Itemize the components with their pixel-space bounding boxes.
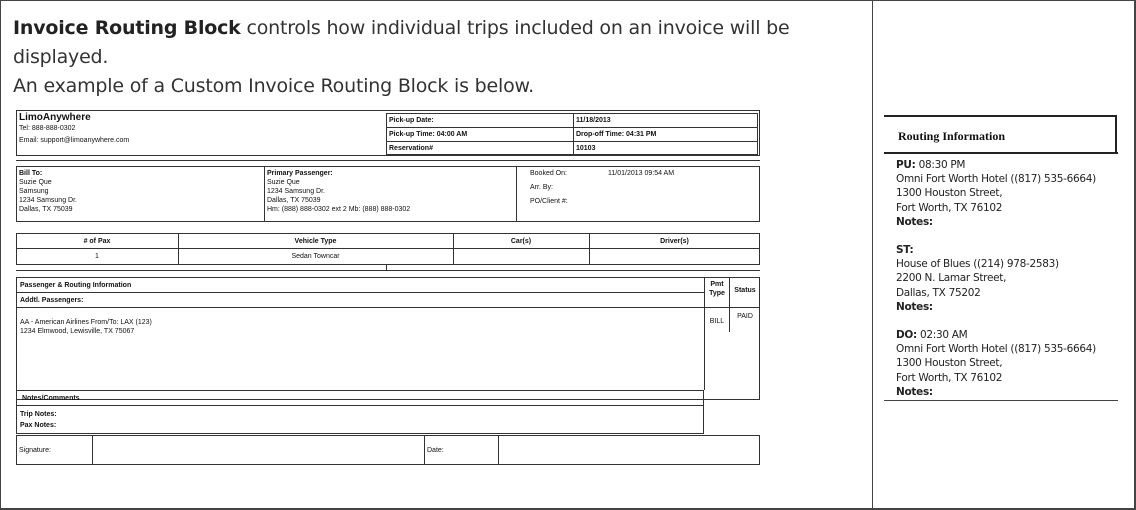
st-line-2: 2200 N. Lamar Street, — [896, 272, 1007, 285]
st-notes: Notes: — [896, 300, 933, 313]
pmt-divider-3 — [704, 332, 705, 390]
cars-header: Car(s) — [510, 238, 532, 245]
bill-to-line-4: Dallas, TX 75039 — [19, 206, 73, 213]
vehicle-type-header: Vehicle Type — [294, 238, 337, 245]
primary-passenger-label: Primary Passenger: — [267, 170, 333, 177]
pu-notes: Notes: — [896, 215, 933, 228]
route-line-2: 1234 Elmwood, Lewisville, TX 75067 — [20, 328, 135, 335]
vehicle-type-value: Sedan Towncar — [291, 253, 340, 260]
do-time: 02:30 AM — [916, 329, 968, 342]
do-line-1: Omni Fort Worth Hotel ((817) 535-6664) — [896, 343, 1096, 356]
routing-section — [16, 277, 760, 400]
bill-to-line-1: Suzie Que — [19, 179, 52, 186]
column-divider — [872, 0, 873, 510]
pu-line-2: 1300 Houston Street, — [896, 187, 1003, 200]
separator-1 — [16, 160, 760, 161]
pickup-header: PU: 08:30 PM — [896, 158, 1116, 172]
date-label: Date: — [427, 447, 444, 454]
status-label: Status — [734, 287, 756, 294]
addtl-passengers-label: Addtl. Passengers: — [20, 297, 84, 304]
pickup-row-line-1 — [386, 127, 758, 128]
booked-on-label: Booked On: — [530, 170, 567, 177]
routing-info-body: PU: 08:30 PM Omni Fort Worth Hotel ((817… — [896, 158, 1116, 413]
do-label: DO: — [896, 329, 917, 342]
reservation-value: 10103 — [576, 145, 596, 152]
dropoff-time: Drop-off Time: 04:31 PM — [576, 131, 657, 138]
intro-line-1: Invoice Routing Block controls how indiv… — [13, 14, 863, 72]
bill-divider — [264, 166, 265, 222]
notes-comments-label: Notes/Comments — [22, 395, 80, 402]
pax-header: # of Pax — [83, 238, 111, 245]
routing-info-top-border — [884, 115, 1116, 117]
stop-header: ST: — [896, 243, 1116, 257]
pickup-date-label: Pick-up Date: — [389, 117, 434, 124]
intro-line-2: An example of a Custom Invoice Routing B… — [13, 75, 534, 97]
company-tel: Tel: 888-888-0302 — [19, 125, 76, 132]
route-line-1: AA - American Airlines From/To: LAX (123… — [20, 319, 152, 326]
separator-2 — [16, 270, 760, 271]
signature-divider-1 — [92, 435, 93, 465]
bill-to-line-2: Samsung — [19, 188, 49, 195]
routing-info-underline — [884, 152, 1118, 154]
drivers-header: Driver(s) — [660, 238, 689, 245]
pickup-row-line-2 — [386, 141, 758, 142]
routing-info-right-border — [1115, 115, 1117, 153]
routing-line-1 — [16, 292, 704, 293]
do-line-2: 1300 Houston Street, — [896, 357, 1003, 370]
pmt-type-label: Pmt Type — [709, 281, 725, 297]
pu-line-1: Omni Fort Worth Hotel ((817) 535-6664) — [896, 173, 1096, 186]
company-email: Email: support@limoanywhere.com — [19, 137, 130, 144]
signature-divider-2 — [424, 435, 425, 465]
pu-time: 08:30 PM — [915, 159, 966, 171]
pickup-time: Pick-up Time: 04:00 AM — [389, 131, 468, 138]
po-client-label: PO/Client #: — [530, 198, 568, 205]
booked-on-value: 11/01/2013 09:54 AM — [608, 170, 675, 177]
do-notes: Notes: — [896, 385, 933, 398]
signature-divider-3 — [498, 435, 499, 465]
pax-table-row-line — [16, 248, 760, 249]
signature-box — [16, 435, 760, 465]
signature-label: Signature: — [19, 447, 51, 454]
pickup-divider — [573, 113, 574, 155]
trip-notes-label: Trip Notes: — [20, 411, 57, 418]
booked-divider — [516, 166, 517, 222]
arr-by-label: Arr. By: — [530, 184, 553, 191]
notes-box — [16, 390, 704, 434]
primary-line-2: 1234 Samsung Dr. — [267, 188, 325, 195]
intro-bold-term: Invoice Routing Block — [13, 17, 241, 39]
routing-info-bottom-border — [884, 400, 1118, 401]
primary-line-4: Hm: (888) 888-0302 ext 2 Mb: (888) 888-0… — [267, 206, 411, 213]
pmt-divider-1 — [704, 277, 705, 332]
st-line-3: Dallas, TX 75202 — [896, 286, 981, 299]
bill-to-label: Bill To: — [19, 170, 43, 177]
st-line-1: House of Blues ((214) 978-2583) — [896, 258, 1059, 271]
pax-count: 1 — [95, 253, 99, 260]
intro-text: Invoice Routing Block controls how indiv… — [13, 14, 863, 101]
primary-line-3: Dallas, TX 75039 — [267, 197, 321, 204]
dropoff-header: DO: 02:30 AM — [896, 328, 1116, 342]
pickup-date-value: 11/18/2013 — [576, 117, 611, 124]
bill-to-line-3: 1234 Samsung Dr. — [19, 197, 77, 204]
pu-label: PU: — [896, 159, 916, 171]
dropoff-section: DO: 02:30 AM Omni Fort Worth Hotel ((817… — [896, 328, 1116, 399]
stop-section: ST: House of Blues ((214) 978-2583) 2200… — [896, 243, 1116, 314]
pickup-section: PU: 08:30 PM Omni Fort Worth Hotel ((817… — [896, 158, 1116, 229]
routing-info-label: Passenger & Routing Information — [20, 282, 132, 289]
company-name: LimoAnywhere — [19, 112, 91, 123]
pmt-type-value: BILL — [709, 318, 725, 325]
reservation-label: Reservation# — [389, 145, 433, 152]
routing-info-title: Routing Information — [898, 129, 1006, 143]
pax-notes-label: Pax Notes: — [20, 422, 57, 429]
pu-line-3: Fort Worth, TX 76102 — [896, 201, 1003, 214]
separator-tick — [386, 265, 387, 271]
notes-line — [16, 405, 704, 406]
do-line-3: Fort Worth, TX 76102 — [896, 371, 1003, 384]
primary-line-1: Suzie Que — [267, 179, 300, 186]
routing-line-2 — [16, 307, 760, 308]
status-value: PAID — [737, 313, 753, 320]
st-label: ST: — [896, 244, 914, 257]
